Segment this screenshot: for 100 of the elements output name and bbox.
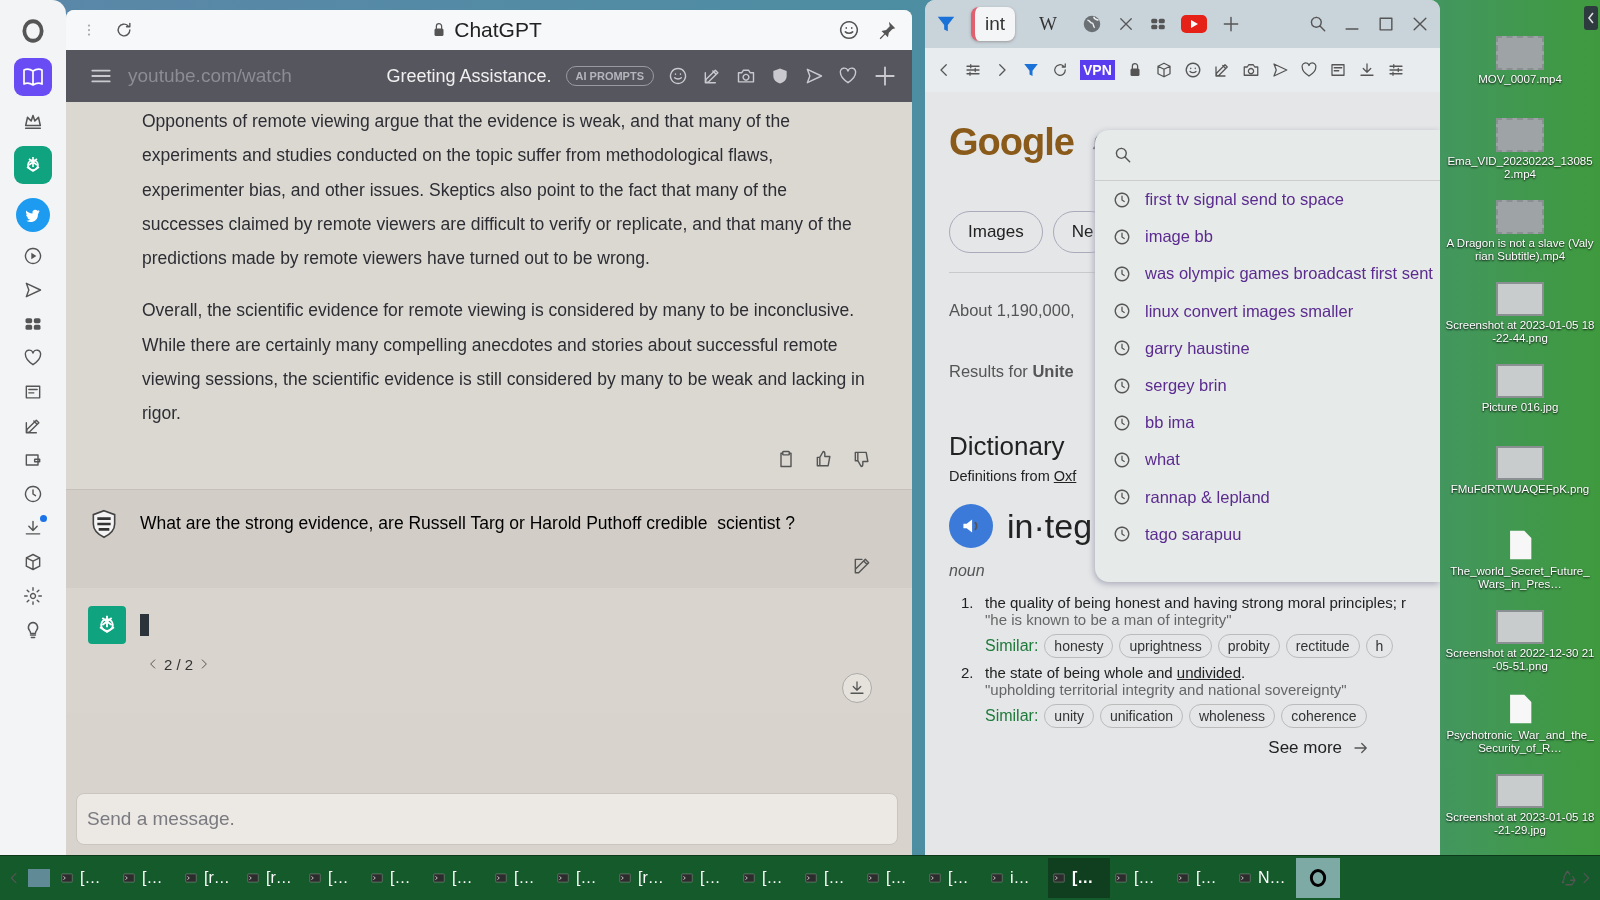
image-thumbnail[interactable] — [1496, 282, 1544, 316]
browser-tab[interactable]: int — [971, 7, 1016, 41]
video-thumbnail[interactable] — [1496, 36, 1544, 70]
taskbar-item[interactable]: [… — [862, 858, 924, 898]
vpn-badge[interactable]: VPN — [1080, 60, 1115, 80]
window-icon — [742, 871, 756, 885]
video-logo-icon[interactable] — [1181, 15, 1207, 33]
settings-icon[interactable] — [23, 586, 43, 606]
taskbar-item[interactable]: [… — [676, 858, 738, 898]
cube-icon[interactable] — [23, 552, 43, 572]
suggestion-item[interactable]: was olympic games broadcast first sent — [1095, 255, 1440, 293]
list-icon[interactable] — [1328, 61, 1347, 79]
camera-icon[interactable] — [736, 66, 756, 86]
word-link[interactable]: undivided — [1176, 664, 1242, 681]
download-icon[interactable] — [1357, 61, 1376, 79]
heart-icon[interactable] — [1299, 61, 1318, 79]
taskbar-item[interactable]: [… — [56, 858, 118, 898]
taskbar-item[interactable]: [… — [304, 858, 366, 898]
speaker-icon[interactable] — [949, 504, 993, 548]
thumbs-up-icon[interactable] — [814, 448, 834, 469]
clock-icon[interactable] — [23, 484, 43, 504]
shield-icon[interactable] — [770, 66, 790, 86]
sliders-icon[interactable] — [964, 61, 982, 79]
send-icon[interactable] — [23, 280, 43, 300]
taskbar-item[interactable]: N… — [1234, 858, 1296, 898]
history-clock-icon — [1113, 376, 1131, 395]
search-icon[interactable] — [1308, 14, 1328, 34]
browser-taskbar-icon[interactable] — [1296, 858, 1340, 898]
taskbar-item[interactable]: [r… — [180, 858, 242, 898]
close-icon[interactable] — [1117, 15, 1135, 33]
see-more-button[interactable]: See more — [1258, 734, 1380, 762]
chat-title: Greeting Assistance. — [386, 65, 552, 87]
suggestion-item[interactable]: tago sarapuu — [1095, 515, 1440, 553]
browser-tab[interactable]: W — [1029, 7, 1067, 41]
taskbar-item[interactable]: [… — [552, 858, 614, 898]
pen-icon[interactable] — [23, 416, 43, 436]
taskbar-item[interactable]: [… — [366, 858, 428, 898]
file-name: FMuFdRTWUAQEFpK.png — [1450, 483, 1590, 496]
smiley-icon[interactable] — [838, 19, 860, 41]
taskbar-item[interactable]: i… — [986, 858, 1048, 898]
camera-icon[interactable] — [1241, 61, 1260, 79]
smiley-icon[interactable] — [668, 66, 688, 86]
taskbar-item[interactable]: [… — [1048, 858, 1110, 898]
download-icon[interactable] — [23, 518, 43, 538]
sliders-icon[interactable] — [1386, 61, 1405, 79]
taskbar-item[interactable]: [… — [738, 858, 800, 898]
file-name: Screenshot at 2023-01-05 18-22-44.png — [1445, 319, 1595, 345]
news-icon[interactable] — [23, 382, 43, 402]
reload-icon[interactable] — [114, 20, 134, 40]
add-tab-icon[interactable] — [1221, 14, 1241, 34]
bird-icon[interactable] — [16, 198, 50, 232]
source-link[interactable]: Oxf — [1053, 468, 1077, 484]
pen-icon[interactable] — [1212, 61, 1231, 79]
smiley-icon[interactable] — [1183, 61, 1202, 79]
history-clock-icon — [1113, 264, 1131, 283]
video-thumbnail[interactable] — [1496, 118, 1544, 152]
suggestion-item[interactable]: rannap & lepland — [1095, 478, 1440, 516]
book-icon[interactable] — [14, 58, 52, 96]
suggestion-item[interactable]: linux convert images smaller — [1095, 292, 1440, 330]
cube-icon[interactable] — [1154, 61, 1173, 79]
suggestion-item[interactable]: bb ima — [1095, 404, 1440, 442]
taskbar-item[interactable]: [… — [1110, 858, 1172, 898]
taskbar-item[interactable]: [r… — [242, 858, 304, 898]
taskbar-item[interactable]: [… — [800, 858, 862, 898]
send-icon[interactable] — [804, 66, 824, 86]
search-logo[interactable]: Google — [949, 120, 1074, 164]
usage-example: "he is known to be a man of integrity" — [985, 611, 1233, 628]
image-thumbnail[interactable] — [1496, 364, 1544, 398]
globe-icon[interactable] — [1081, 13, 1103, 35]
maximize-icon[interactable] — [1376, 14, 1396, 34]
suggestion-item[interactable]: what — [1095, 441, 1440, 479]
result-count: About 1,190,000, — [949, 301, 1075, 320]
play-icon[interactable] — [23, 246, 43, 266]
window-icon — [1176, 871, 1190, 885]
funnel-icon[interactable] — [1022, 61, 1040, 79]
file-name: Picture 016.jpg — [1481, 401, 1559, 414]
suggestion-item[interactable]: garry haustine — [1095, 329, 1440, 367]
panel-toggle-icon[interactable] — [1584, 6, 1598, 30]
history-clock-icon — [1113, 413, 1131, 432]
send-icon[interactable] — [1270, 61, 1289, 79]
taskbar-item[interactable]: [… — [490, 858, 552, 898]
message-input[interactable]: Send a message. — [76, 793, 898, 845]
heart-icon[interactable] — [838, 66, 858, 86]
pen-icon[interactable] — [702, 66, 722, 86]
taskbar-item[interactable]: [… — [1172, 858, 1234, 898]
chatbot-icon[interactable] — [14, 146, 52, 184]
scroll-down-button[interactable] — [842, 672, 872, 703]
image-thumbnail[interactable] — [1496, 774, 1544, 808]
suggestion-item[interactable]: sergey brin — [1095, 366, 1440, 405]
reload-icon[interactable] — [1051, 61, 1069, 79]
taskbar-item[interactable]: [… — [118, 858, 180, 898]
image-thumbnail[interactable] — [1496, 446, 1544, 480]
window-icon — [246, 871, 260, 885]
image-thumbnail[interactable] — [1496, 610, 1544, 644]
taskbar-item[interactable]: [… — [428, 858, 490, 898]
opera-logo-icon[interactable] — [20, 18, 46, 44]
video-thumbnail[interactable] — [1496, 200, 1544, 234]
taskbar-item[interactable]: [r… — [614, 858, 676, 898]
taskbar-item[interactable]: [… — [924, 858, 986, 898]
heart-icon[interactable] — [23, 348, 43, 368]
